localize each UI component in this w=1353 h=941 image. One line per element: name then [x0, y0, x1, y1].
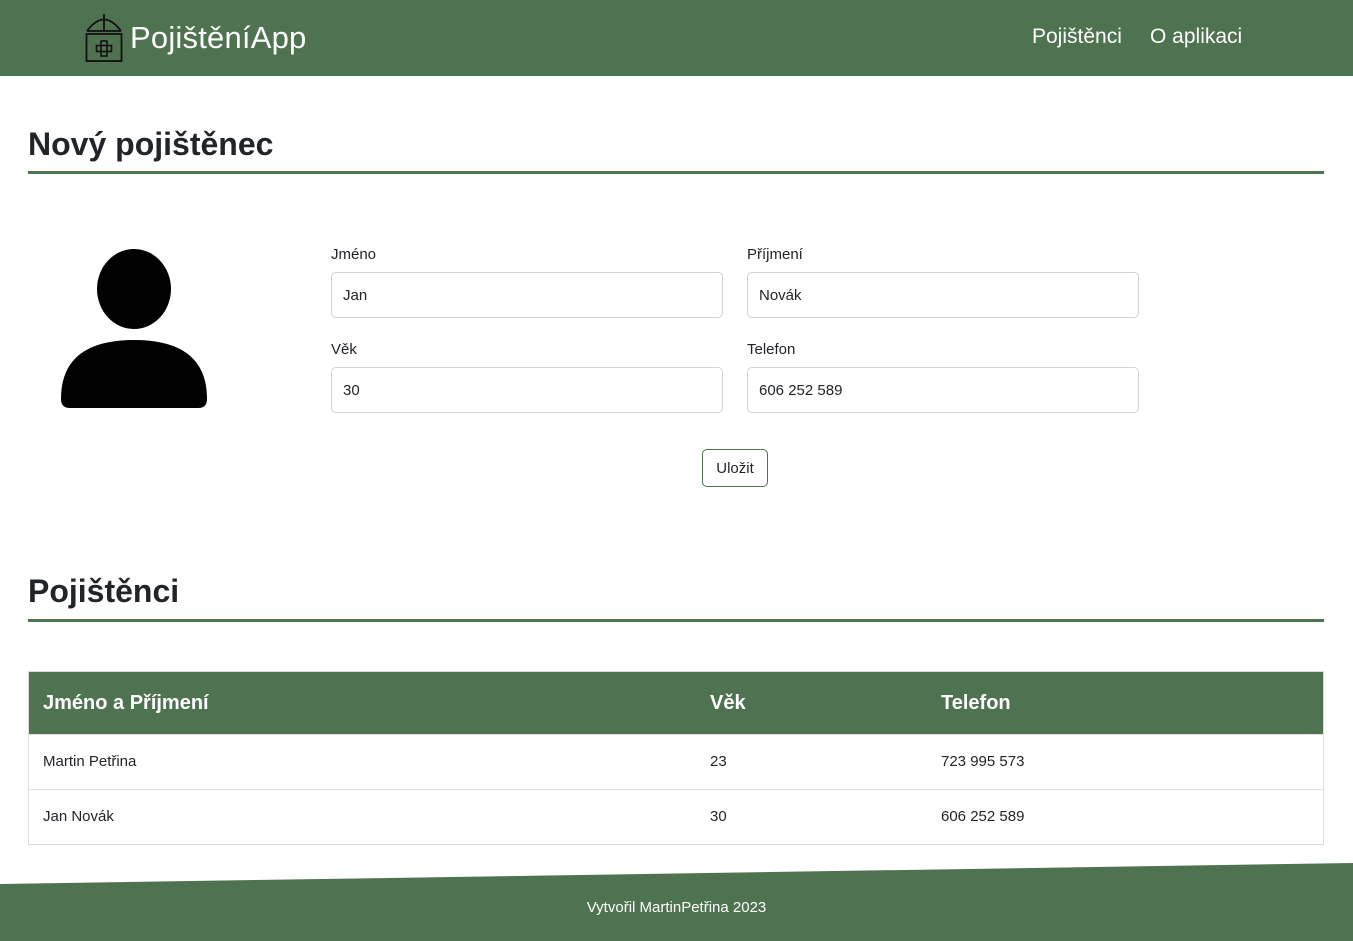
- footer-credit: Vytvořil MartinPetřina 2023: [586, 899, 767, 916]
- first-name-label: Jméno: [331, 246, 377, 263]
- cell-name: Jan Novák: [43, 808, 114, 825]
- nav-link-pojistenci[interactable]: Pojištěnci: [1032, 25, 1122, 49]
- first-name-input[interactable]: [331, 272, 723, 318]
- column-header-name: Jméno a Příjmení: [43, 692, 209, 714]
- table-row[interactable]: Jan Novák 30 606 252 589: [29, 789, 1323, 844]
- phone-input[interactable]: [747, 367, 1139, 413]
- brand-link[interactable]: PojištěníApp: [84, 12, 306, 64]
- nav-link-o-aplikaci[interactable]: O aplikaci: [1150, 25, 1242, 49]
- cell-age: 23: [710, 753, 727, 770]
- table-header: Jméno a Příjmení Věk Telefon: [29, 672, 1323, 734]
- cell-age: 30: [710, 808, 727, 825]
- save-button[interactable]: Uložit: [702, 449, 768, 487]
- list-section-title: Pojištěnci: [28, 573, 180, 609]
- list-section-divider: [28, 619, 1324, 622]
- form-section-divider: [28, 171, 1324, 174]
- navbar: PojištěníApp Pojištěnci O aplikaci: [0, 0, 1353, 76]
- table-row[interactable]: Martin Petřina 23 723 995 573: [29, 734, 1323, 789]
- age-label: Věk: [331, 341, 357, 358]
- person-silhouette-icon: [61, 249, 207, 408]
- age-input[interactable]: [331, 367, 723, 413]
- cell-phone: 606 252 589: [941, 808, 1025, 825]
- last-name-label: Příjmení: [747, 246, 803, 263]
- umbrella-medical-case-icon: [85, 14, 123, 62]
- insured-table: Jméno a Příjmení Věk Telefon Martin Petř…: [28, 671, 1324, 845]
- column-header-phone: Telefon: [941, 692, 1011, 714]
- footer: Vytvořil MartinPetřina 2023: [0, 860, 1353, 941]
- brand-name: PojištěníApp: [130, 20, 307, 55]
- phone-label: Telefon: [747, 341, 796, 358]
- last-name-input[interactable]: [747, 272, 1139, 318]
- form-section-title: Nový pojištěnec: [28, 126, 274, 162]
- cell-phone: 723 995 573: [941, 753, 1025, 770]
- cell-name: Martin Petřina: [43, 753, 137, 770]
- column-header-age: Věk: [710, 692, 746, 714]
